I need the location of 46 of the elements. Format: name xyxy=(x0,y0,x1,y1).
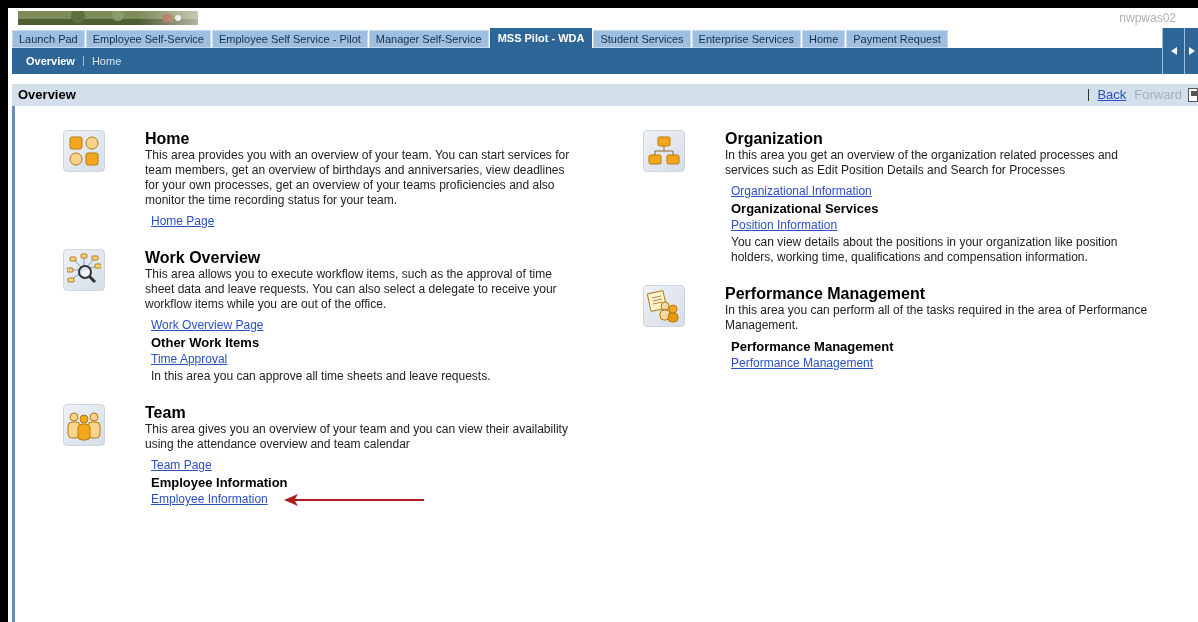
link[interactable]: Position Information xyxy=(731,218,838,233)
description-text: In this area you can approve all time sheets and leave requests. xyxy=(151,369,492,384)
subnav-link[interactable]: Overview xyxy=(26,52,75,70)
section-title: Home xyxy=(145,130,191,148)
section-description: In this area you can perform all of the tasks required in the area of Performance Management. xyxy=(725,303,1149,333)
nav-tab[interactable]: Student Services xyxy=(593,30,691,48)
section-description: This area provides you with an overview of your team. You can start services for team members, get an overview of birthdays and anniversaries, view deadlines for your own processes, get an overview of your teams proficiencies and also monitor the time recording status for your team. xyxy=(145,148,570,208)
link[interactable]: Team Page xyxy=(151,458,212,473)
right-arrow-icon xyxy=(1188,47,1195,55)
section-description: In this area you get an overview of the organization related processes and services such as Edit Position Details and Search for Processes xyxy=(725,148,1119,178)
section-title: Work Overview xyxy=(145,249,262,267)
system-name: nwpwas02 xyxy=(1119,10,1176,27)
shapes-grid-icon xyxy=(63,130,105,172)
page-title: Overview xyxy=(18,86,76,105)
link[interactable]: Home Page xyxy=(151,214,215,229)
section-description: This area gives you an overview of your team and you can view their availability using the attendance overview and team calendar xyxy=(145,422,569,452)
network-search-icon xyxy=(63,249,105,291)
subsection-heading: Organizational Services xyxy=(731,201,880,216)
nav-tab[interactable]: Home xyxy=(801,30,846,48)
link[interactable]: Performance Management xyxy=(731,356,874,371)
section-title: Team xyxy=(145,404,187,422)
back-link[interactable]: Back xyxy=(1097,85,1127,105)
left-arrow-icon xyxy=(1170,47,1177,55)
nav-tab[interactable]: MSS Pilot - WDA xyxy=(489,28,593,48)
description-text: You can view details about the positions in your organization like position holders, working time, qualifications and compensation information. xyxy=(731,235,1119,265)
menu-icon[interactable] xyxy=(1188,88,1198,102)
subsection-heading: Other Work Items xyxy=(151,335,261,350)
link[interactable]: Employee Information xyxy=(151,492,268,507)
section-title: Organization xyxy=(725,130,824,148)
nav-tab[interactable]: Manager Self-Service xyxy=(368,30,489,48)
subsection-heading: Performance Management xyxy=(731,339,895,354)
nav-tab[interactable]: Enterprise Services xyxy=(691,30,801,48)
group-icon xyxy=(63,404,105,446)
nav-tab[interactable]: Employee Self Service - Pilot xyxy=(212,30,368,48)
link[interactable]: Time Approval xyxy=(151,352,228,367)
section-title: Performance Management xyxy=(725,285,927,303)
subsection-heading: Employee Information xyxy=(151,475,289,490)
link[interactable]: Work Overview Page xyxy=(151,318,264,333)
subnav-link[interactable]: Home xyxy=(91,52,122,70)
org-chart-icon xyxy=(643,130,685,172)
nav-tab[interactable]: Launch Pad xyxy=(12,30,85,48)
nav-tab[interactable]: Employee Self-Service xyxy=(85,30,211,48)
nav-tab[interactable]: Payment Request xyxy=(846,30,948,48)
link[interactable]: Organizational Information xyxy=(731,184,872,199)
document-people-icon xyxy=(643,285,685,327)
section-description: This area allows you to execute workflow items, such as the approval of time sheet data and leave requests. You can also select a delegate to receive your workflow items while you are out of the office. xyxy=(145,267,558,312)
